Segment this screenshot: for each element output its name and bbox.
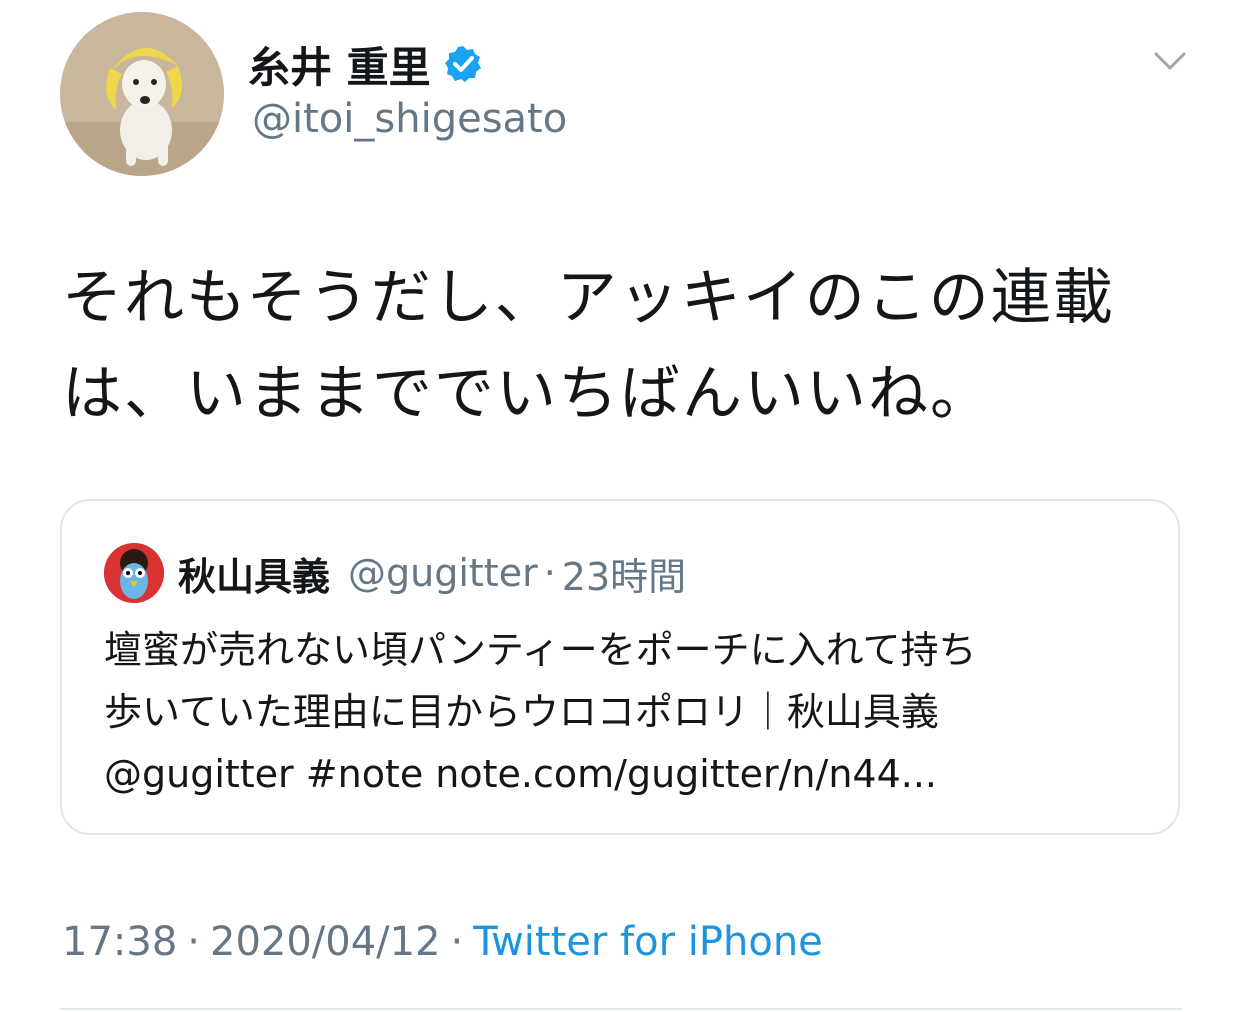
tweet-source-link[interactable]: Twitter for iPhone xyxy=(473,919,823,965)
quoted-text-line: 歩いていた理由に目からウロコポロリ｜秋山具義 xyxy=(104,690,939,734)
tweet-date: 2020/04/12 xyxy=(210,919,441,965)
meta-separator: · xyxy=(187,919,200,965)
quoted-text-line: @gugitter #note note.com/gugitter/n/n44.… xyxy=(104,752,937,796)
quoted-tweet-card[interactable]: 秋山具義 @gugitter · 23時間 壇蜜が売れない頃パンティーをポーチに… xyxy=(60,499,1180,835)
tweet-time: 17:38 xyxy=(62,919,178,965)
dog-avatar-icon xyxy=(60,12,224,176)
meta-separator: · xyxy=(450,919,464,965)
divider xyxy=(60,1008,1182,1010)
quoted-tweet-text: 壇蜜が売れない頃パンティーをポーチに入れて持ち 歩いていた理由に目からウロコポロ… xyxy=(104,619,1154,805)
author-display-name[interactable]: 糸井 重里 xyxy=(248,34,431,95)
tweet-meta: 17:38 · 2020/04/12 · Twitter for iPhone xyxy=(62,912,823,972)
quoted-separator: · xyxy=(543,551,556,595)
tweet-detail: 糸井 重里 @itoi_shigesato それもそうだし、アッキイのこの連載は… xyxy=(0,0,1242,1012)
quoted-tweet-header: 秋山具義 @gugitter · 23時間 xyxy=(178,545,686,601)
author-avatar[interactable] xyxy=(60,12,224,176)
verified-badge-icon xyxy=(444,46,481,82)
author-handle[interactable]: @itoi_shigesato xyxy=(252,96,567,142)
chevron-down-icon[interactable] xyxy=(1152,48,1188,76)
quoted-author-name[interactable]: 秋山具義 xyxy=(178,546,330,601)
quoted-text-line: 壇蜜が売れない頃パンティーをポーチに入れて持ち xyxy=(104,628,977,672)
bird-avatar-icon xyxy=(104,543,164,603)
quoted-timestamp: 23時間 xyxy=(561,554,687,599)
quoted-author-handle[interactable]: @gugitter xyxy=(348,551,538,595)
author-name-row: 糸井 重里 xyxy=(248,36,483,92)
tweet-text: それもそうだし、アッキイのこの連載は、いままででいちばんいいね。 xyxy=(62,263,1115,429)
quoted-author-avatar[interactable] xyxy=(104,543,164,603)
